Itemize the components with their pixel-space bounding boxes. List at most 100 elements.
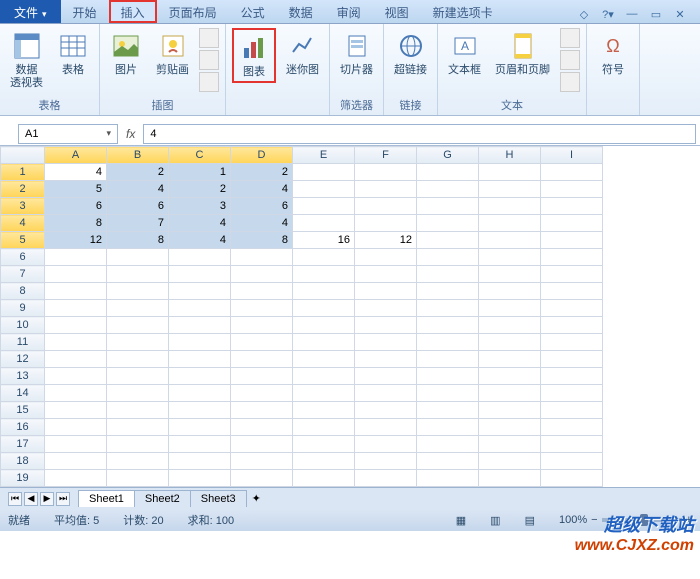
cell-G18[interactable] xyxy=(417,453,479,470)
cell-F11[interactable] xyxy=(355,334,417,351)
cell-H8[interactable] xyxy=(479,283,541,300)
cell-A11[interactable] xyxy=(45,334,107,351)
cell-H14[interactable] xyxy=(479,385,541,402)
cell-I4[interactable] xyxy=(541,215,603,232)
pivot-button[interactable]: 数据 透视表 xyxy=(6,28,47,92)
cell-H17[interactable] xyxy=(479,436,541,453)
cell-F13[interactable] xyxy=(355,368,417,385)
cell-C8[interactable] xyxy=(169,283,231,300)
cell-E18[interactable] xyxy=(293,453,355,470)
tab-review[interactable]: 审阅 xyxy=(325,0,373,23)
cell-A9[interactable] xyxy=(45,300,107,317)
cell-B6[interactable] xyxy=(107,249,169,266)
row-header-10[interactable]: 10 xyxy=(1,317,45,334)
cell-C9[interactable] xyxy=(169,300,231,317)
cell-D3[interactable]: 6 xyxy=(231,198,293,215)
cell-B15[interactable] xyxy=(107,402,169,419)
cell-G14[interactable] xyxy=(417,385,479,402)
cell-I19[interactable] xyxy=(541,470,603,487)
cell-H10[interactable] xyxy=(479,317,541,334)
cell-F12[interactable] xyxy=(355,351,417,368)
cell-H6[interactable] xyxy=(479,249,541,266)
last-sheet-icon[interactable]: ⏭ xyxy=(56,492,70,506)
cell-C14[interactable] xyxy=(169,385,231,402)
cell-D7[interactable] xyxy=(231,266,293,283)
first-sheet-icon[interactable]: ⏮ xyxy=(8,492,22,506)
textbox-button[interactable]: A 文本框 xyxy=(444,28,485,79)
row-header-19[interactable]: 19 xyxy=(1,470,45,487)
cell-D16[interactable] xyxy=(231,419,293,436)
formula-input[interactable]: 4 xyxy=(143,124,696,144)
cell-D1[interactable]: 2 xyxy=(231,164,293,181)
screenshot-icon[interactable] xyxy=(199,72,219,92)
chart-button[interactable]: 图表 xyxy=(232,28,276,83)
cell-B8[interactable] xyxy=(107,283,169,300)
minimize-icon[interactable]: — xyxy=(624,6,640,22)
cell-B4[interactable]: 7 xyxy=(107,215,169,232)
text-extra-buttons[interactable] xyxy=(560,28,580,92)
cell-E14[interactable] xyxy=(293,385,355,402)
cell-E9[interactable] xyxy=(293,300,355,317)
shapes-buttons[interactable] xyxy=(199,28,219,92)
cell-F2[interactable] xyxy=(355,181,417,198)
wordart-icon[interactable] xyxy=(560,28,580,48)
cell-E11[interactable] xyxy=(293,334,355,351)
row-header-9[interactable]: 9 xyxy=(1,300,45,317)
cell-A18[interactable] xyxy=(45,453,107,470)
cell-F15[interactable] xyxy=(355,402,417,419)
cell-E19[interactable] xyxy=(293,470,355,487)
cell-A7[interactable] xyxy=(45,266,107,283)
cell-H12[interactable] xyxy=(479,351,541,368)
cell-B10[interactable] xyxy=(107,317,169,334)
cell-H18[interactable] xyxy=(479,453,541,470)
help-dropdown-icon[interactable]: ?▾ xyxy=(600,6,616,22)
zoom-out-icon[interactable]: − xyxy=(591,514,597,526)
cell-A10[interactable] xyxy=(45,317,107,334)
cell-D5[interactable]: 8 xyxy=(231,232,293,249)
cell-C10[interactable] xyxy=(169,317,231,334)
row-header-5[interactable]: 5 xyxy=(1,232,45,249)
cell-E16[interactable] xyxy=(293,419,355,436)
cell-G5[interactable] xyxy=(417,232,479,249)
cell-D11[interactable] xyxy=(231,334,293,351)
cell-E8[interactable] xyxy=(293,283,355,300)
cell-F6[interactable] xyxy=(355,249,417,266)
sheet-tab-1[interactable]: Sheet1 xyxy=(78,490,135,507)
cell-A4[interactable]: 8 xyxy=(45,215,107,232)
fx-icon[interactable]: fx xyxy=(126,127,135,141)
cell-E15[interactable] xyxy=(293,402,355,419)
cell-G9[interactable] xyxy=(417,300,479,317)
row-header-15[interactable]: 15 xyxy=(1,402,45,419)
cell-D18[interactable] xyxy=(231,453,293,470)
shapes-icon[interactable] xyxy=(199,28,219,48)
zoom-in-icon[interactable]: + xyxy=(686,514,692,526)
cell-A17[interactable] xyxy=(45,436,107,453)
cell-F16[interactable] xyxy=(355,419,417,436)
cell-D6[interactable] xyxy=(231,249,293,266)
cell-E4[interactable] xyxy=(293,215,355,232)
picture-button[interactable]: 图片 xyxy=(106,28,146,79)
restore-icon[interactable]: ▭ xyxy=(648,6,664,22)
row-header-6[interactable]: 6 xyxy=(1,249,45,266)
cell-G2[interactable] xyxy=(417,181,479,198)
close-icon[interactable]: ✕ xyxy=(672,6,688,22)
cell-F5[interactable]: 12 xyxy=(355,232,417,249)
cell-F19[interactable] xyxy=(355,470,417,487)
cell-C2[interactable]: 2 xyxy=(169,181,231,198)
help-icon[interactable]: ◇ xyxy=(576,6,592,22)
cell-C11[interactable] xyxy=(169,334,231,351)
cell-I2[interactable] xyxy=(541,181,603,198)
cell-B18[interactable] xyxy=(107,453,169,470)
cell-F8[interactable] xyxy=(355,283,417,300)
cell-E1[interactable] xyxy=(293,164,355,181)
cell-H11[interactable] xyxy=(479,334,541,351)
cell-A6[interactable] xyxy=(45,249,107,266)
row-header-11[interactable]: 11 xyxy=(1,334,45,351)
cell-I5[interactable] xyxy=(541,232,603,249)
zoom-level[interactable]: 100% xyxy=(559,514,587,526)
cell-E2[interactable] xyxy=(293,181,355,198)
cell-E5[interactable]: 16 xyxy=(293,232,355,249)
cell-A8[interactable] xyxy=(45,283,107,300)
cell-I6[interactable] xyxy=(541,249,603,266)
cell-H7[interactable] xyxy=(479,266,541,283)
